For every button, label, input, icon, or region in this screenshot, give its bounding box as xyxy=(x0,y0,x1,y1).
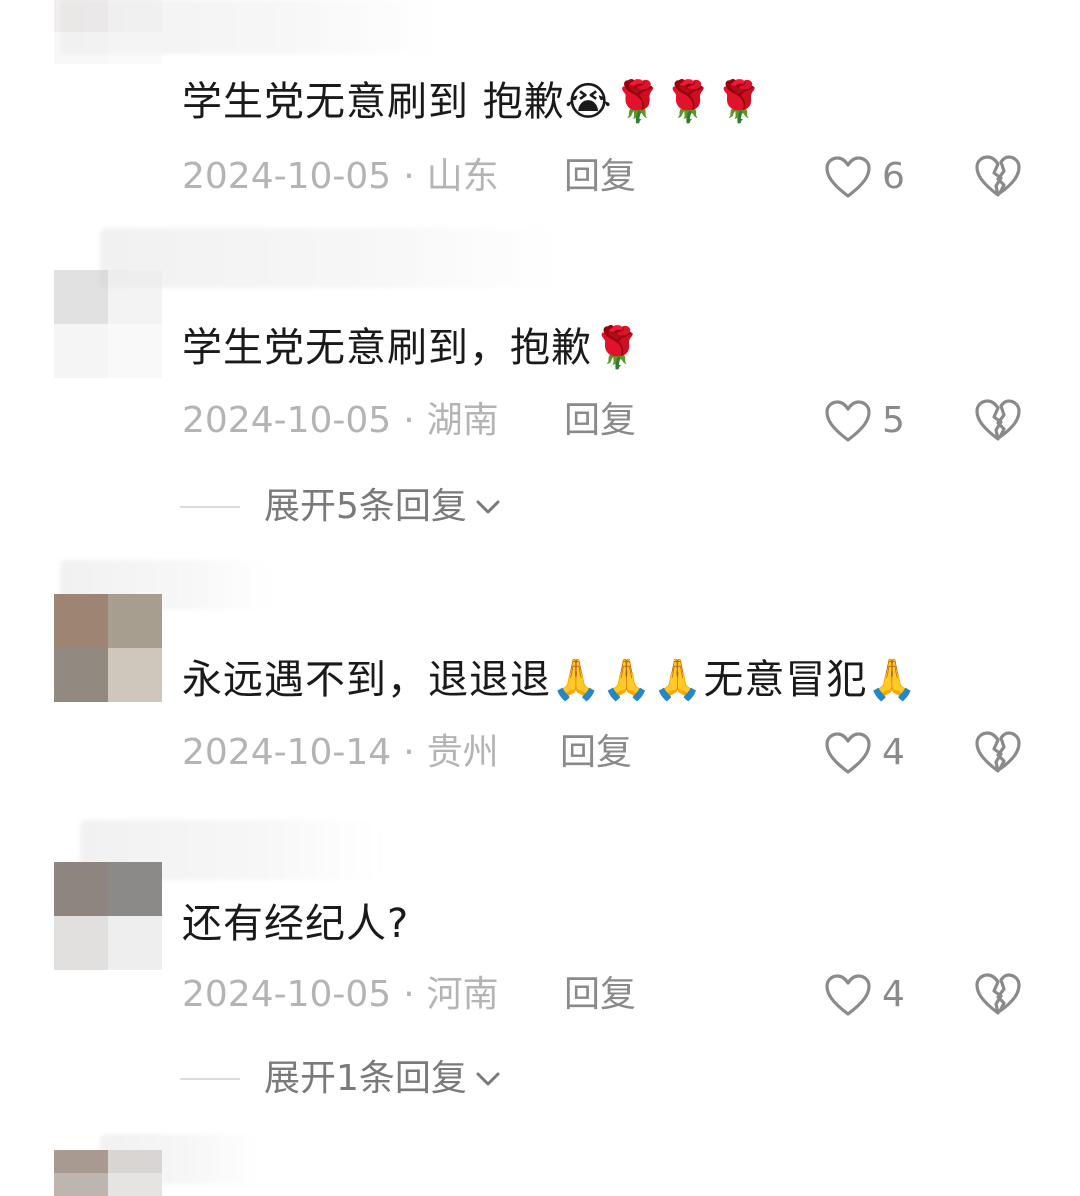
like-count: 6 xyxy=(882,156,905,197)
avatar[interactable] xyxy=(54,1150,162,1196)
avatar[interactable] xyxy=(54,594,162,702)
expand-divider xyxy=(180,1078,240,1080)
comment-text: 永远遇不到，退退退🙏🙏🙏无意冒犯🙏 xyxy=(182,657,919,703)
comment-meta: 2024-10-05 · 山东 xyxy=(182,152,499,202)
comment-meta: 2024-10-05 · 湖南 xyxy=(182,396,499,446)
reply-button[interactable]: 回复 xyxy=(564,152,636,202)
comment-text: 学生党无意刷到 抱歉😭🌹🌹🌹 xyxy=(182,79,765,125)
avatar[interactable] xyxy=(54,270,162,378)
expand-replies-label: 展开5条回复 xyxy=(264,486,467,527)
like-count: 4 xyxy=(882,732,905,773)
meta-separator: · xyxy=(403,732,415,773)
comment-date: 2024-10-14 xyxy=(182,732,392,773)
comment-list: 学生党无意刷到 抱歉😭🌹🌹🌹 2024-10-05 · 山东 回复 6 学生党无意刷… xyxy=(0,0,1080,1196)
comment-date: 2024-10-05 xyxy=(182,400,392,441)
reply-button[interactable]: 回复 xyxy=(564,396,636,446)
comment-location: 河南 xyxy=(426,974,499,1015)
like-count: 5 xyxy=(882,400,905,441)
like-count: 4 xyxy=(882,974,905,1015)
expand-divider xyxy=(180,506,240,508)
comment-location: 湖南 xyxy=(426,400,499,441)
comment-meta: 2024-10-14 · 贵州 xyxy=(182,728,499,778)
comment-text: 学生党无意刷到，抱歉🌹 xyxy=(182,325,643,371)
expand-replies-button[interactable]: 展开1条回复 xyxy=(180,1054,503,1104)
chevron-down-icon xyxy=(476,500,500,514)
avatar[interactable] xyxy=(54,862,162,970)
broken-heart-icon[interactable] xyxy=(974,729,1022,775)
expand-replies-label: 展开1条回复 xyxy=(264,1058,467,1099)
username-blurred xyxy=(100,228,560,288)
avatar[interactable] xyxy=(54,0,162,64)
like-button[interactable]: 4 xyxy=(824,970,905,1020)
meta-separator: · xyxy=(403,156,415,197)
heart-outline-icon xyxy=(825,974,871,1016)
like-button[interactable]: 6 xyxy=(824,152,905,202)
like-button[interactable]: 4 xyxy=(824,728,905,778)
heart-outline-icon xyxy=(825,156,871,198)
reply-button[interactable]: 回复 xyxy=(564,970,636,1020)
comment-location: 贵州 xyxy=(426,732,499,773)
comment-location: 山东 xyxy=(426,156,499,197)
like-button[interactable]: 5 xyxy=(824,396,905,446)
comment-date: 2024-10-05 xyxy=(182,156,392,197)
broken-heart-icon[interactable] xyxy=(974,153,1022,199)
heart-outline-icon xyxy=(825,732,871,774)
comment-meta: 2024-10-05 · 河南 xyxy=(182,970,499,1020)
comment-text: 还有经纪人? xyxy=(182,901,410,947)
comment-date: 2024-10-05 xyxy=(182,974,392,1015)
chevron-down-icon xyxy=(476,1072,500,1086)
broken-heart-icon[interactable] xyxy=(974,971,1022,1017)
heart-outline-icon xyxy=(825,400,871,442)
meta-separator: · xyxy=(403,974,415,1015)
expand-replies-button[interactable]: 展开5条回复 xyxy=(180,482,503,532)
broken-heart-icon[interactable] xyxy=(974,397,1022,443)
meta-separator: · xyxy=(403,400,415,441)
reply-button[interactable]: 回复 xyxy=(560,728,632,778)
